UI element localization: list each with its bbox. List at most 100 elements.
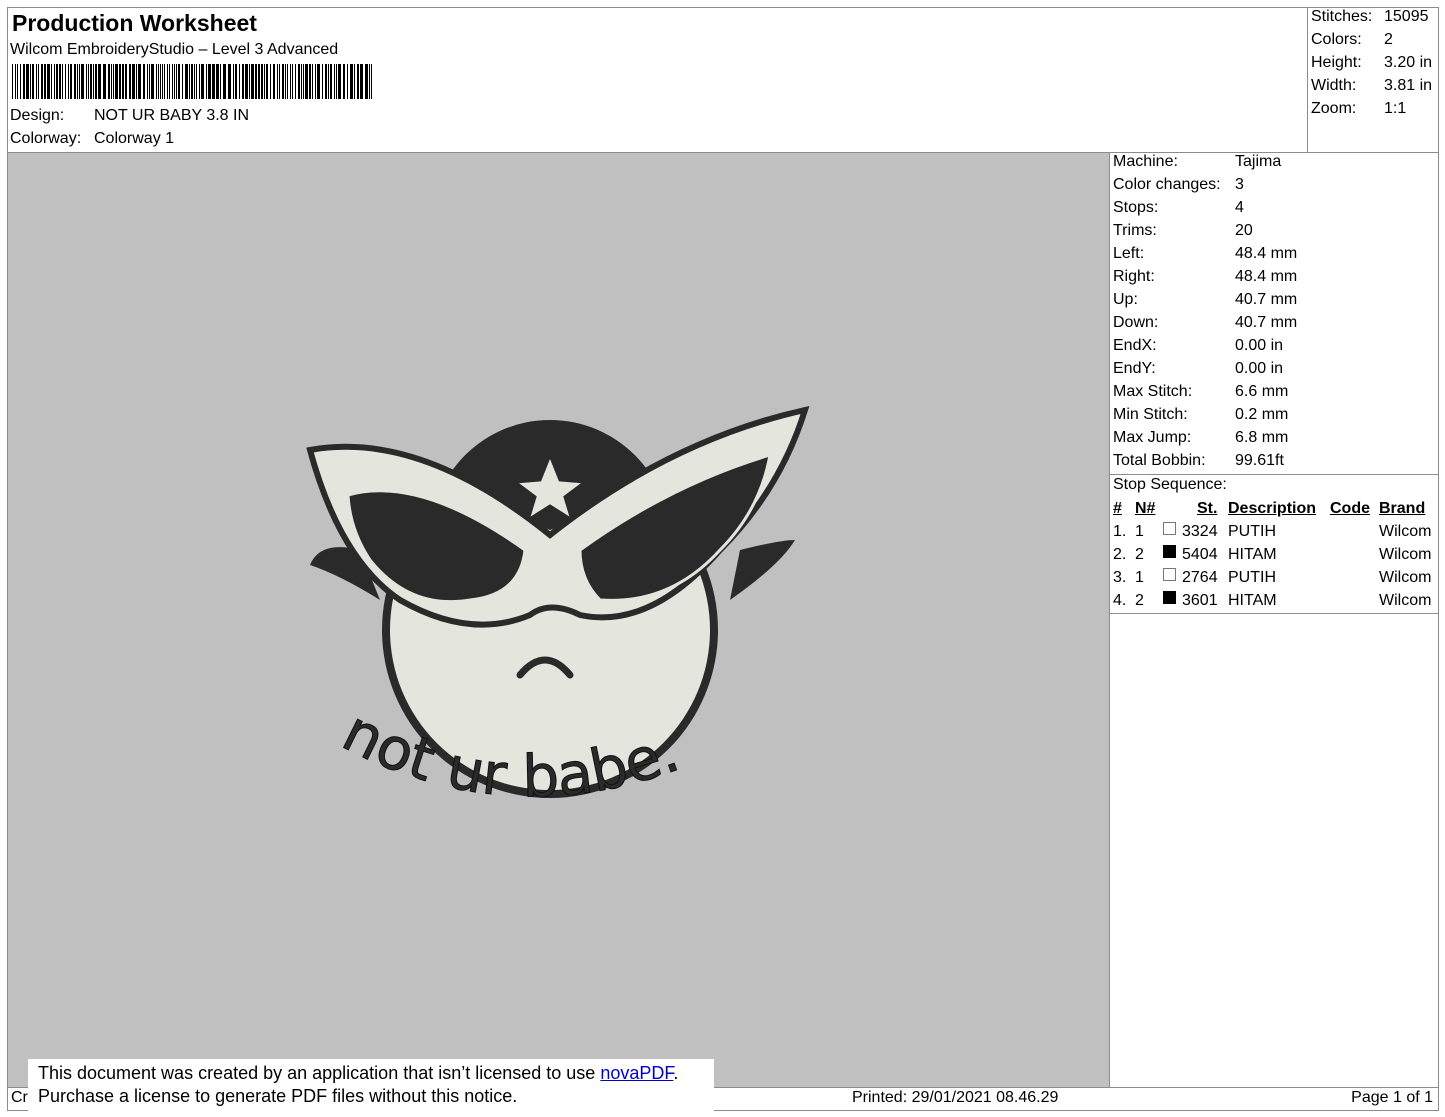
license-notice: This document was created by an applicat… <box>28 1059 714 1111</box>
colorway-label: Colorway: <box>10 130 82 147</box>
info-label: Right: <box>1113 268 1155 285</box>
info-value: 40.7 mm <box>1235 291 1298 308</box>
info-value: 0.00 in <box>1235 337 1284 354</box>
stop-brand: Wilcom <box>1379 592 1432 609</box>
stop-needle: 1 <box>1135 523 1144 540</box>
stop-description: PUTIH <box>1228 523 1276 540</box>
info-value: Tajima <box>1235 153 1282 170</box>
colorway-row: Colorway: Colorway 1 <box>10 130 174 148</box>
summary-row-zoom: Zoom: 1:1 <box>1311 100 1406 118</box>
notice-line-2: Purchase a license to generate PDF files… <box>38 1086 518 1106</box>
info-row-down: Down: 40.7 mm <box>1113 314 1297 332</box>
summary-value: 3.81 in <box>1384 77 1433 94</box>
info-value: 20 <box>1235 222 1253 239</box>
color-swatch-white <box>1163 568 1176 581</box>
stop-description: HITAM <box>1228 592 1277 609</box>
divider <box>1110 474 1438 475</box>
summary-value: 3.20 in <box>1384 54 1433 71</box>
info-row-max-jump: Max Jump: 6.8 mm <box>1113 429 1288 447</box>
info-value: 6.6 mm <box>1235 383 1289 400</box>
summary-label: Zoom: <box>1311 100 1357 117</box>
stop-sequence-title: Stop Sequence: <box>1113 476 1227 493</box>
info-value: 48.4 mm <box>1235 268 1298 285</box>
summary-row-colors: Colors: 2 <box>1311 31 1393 49</box>
info-row-color-changes: Color changes: 3 <box>1113 176 1244 194</box>
info-row-machine: Machine: Tajima <box>1113 153 1281 171</box>
info-value: 6.8 mm <box>1235 429 1289 446</box>
info-label: Total Bobbin: <box>1113 452 1206 469</box>
stop-brand: Wilcom <box>1379 546 1432 563</box>
stop-index: 2. <box>1113 546 1127 563</box>
stop-index: 1. <box>1113 523 1127 540</box>
page-number: Page 1 of 1 <box>1351 1089 1433 1106</box>
stop-needle: 1 <box>1135 569 1144 586</box>
color-swatch-black <box>1163 545 1176 558</box>
col-header-description: Description <box>1228 500 1317 517</box>
summary-row-stitches: Stitches: 15095 <box>1311 8 1429 26</box>
stop-description: PUTIH <box>1228 569 1276 586</box>
info-row-total-bobbin: Total Bobbin: 99.61ft <box>1113 452 1284 470</box>
info-label: Color changes: <box>1113 176 1221 193</box>
col-header-code: Code <box>1330 500 1370 517</box>
stop-stitches: 5404 <box>1182 546 1218 563</box>
summary-label: Width: <box>1311 77 1357 94</box>
design-value: NOT UR BABY 3.8 IN <box>94 107 250 124</box>
col-header-needle: N# <box>1135 500 1156 517</box>
printed-date: Printed: 29/01/2021 08.46.29 <box>852 1089 1059 1106</box>
info-row-trims: Trims: 20 <box>1113 222 1253 240</box>
info-label: Left: <box>1113 245 1145 262</box>
col-header-index: # <box>1113 500 1122 517</box>
summary-value: 1:1 <box>1384 100 1407 117</box>
col-header-stitches: St. <box>1197 500 1218 517</box>
stop-index: 3. <box>1113 569 1127 586</box>
info-row-up: Up: 40.7 mm <box>1113 291 1297 309</box>
notice-line-1: This document was created by an applicat… <box>38 1062 704 1085</box>
stop-brand: Wilcom <box>1379 523 1432 540</box>
info-row-left: Left: 48.4 mm <box>1113 245 1297 263</box>
color-swatch-white <box>1163 522 1176 535</box>
info-value: 0.00 in <box>1235 360 1284 377</box>
stop-stitches: 2764 <box>1182 569 1218 586</box>
summary-row-width: Width: 3.81 in <box>1311 77 1432 95</box>
novapdf-link[interactable]: novaPDF <box>600 1063 673 1083</box>
right-pigtail <box>730 540 795 600</box>
notice-text: . <box>673 1063 679 1083</box>
notice-text: This document was created by an applicat… <box>38 1063 601 1083</box>
stop-stitches: 3601 <box>1182 592 1218 609</box>
stop-stitches: 3324 <box>1182 523 1218 540</box>
summary-label: Stitches: <box>1311 8 1373 25</box>
info-label: Max Jump: <box>1113 429 1192 446</box>
stop-description: HITAM <box>1228 546 1277 563</box>
info-label: Stops: <box>1113 199 1159 216</box>
stop-brand: Wilcom <box>1379 569 1432 586</box>
info-row-max-stitch: Max Stitch: 6.6 mm <box>1113 383 1288 401</box>
info-value: 40.7 mm <box>1235 314 1298 331</box>
stop-index: 4. <box>1113 592 1127 609</box>
info-label: Machine: <box>1113 153 1178 170</box>
info-label: Max Stitch: <box>1113 383 1193 400</box>
info-row-stops: Stops: 4 <box>1113 199 1244 217</box>
embroidery-design-artwork: not ur babe. <box>306 405 810 811</box>
page-title: Production Worksheet <box>12 10 257 36</box>
info-label: Min Stitch: <box>1113 406 1188 423</box>
info-label: Down: <box>1113 314 1159 331</box>
info-row-endy: EndY: 0.00 in <box>1113 360 1283 378</box>
info-label: EndY: <box>1113 360 1156 377</box>
stop-needle: 2 <box>1135 546 1144 563</box>
barcode-icon <box>12 64 372 99</box>
software-name: Wilcom EmbroideryStudio – Level 3 Advanc… <box>10 41 339 58</box>
info-value: 3 <box>1235 176 1244 193</box>
summary-label: Colors: <box>1311 31 1362 48</box>
summary-value: 2 <box>1384 31 1393 48</box>
info-row-min-stitch: Min Stitch: 0.2 mm <box>1113 406 1288 424</box>
design-row: Design: NOT UR BABY 3.8 IN <box>10 107 249 125</box>
stop-needle: 2 <box>1135 592 1144 609</box>
info-label: Trims: <box>1113 222 1157 239</box>
info-value: 48.4 mm <box>1235 245 1298 262</box>
info-row-endx: EndX: 0.00 in <box>1113 337 1283 355</box>
summary-row-height: Height: 3.20 in <box>1311 54 1432 72</box>
info-row-right: Right: 48.4 mm <box>1113 268 1297 286</box>
design-label: Design: <box>10 107 65 124</box>
info-value: 4 <box>1235 199 1244 216</box>
summary-label: Height: <box>1311 54 1362 71</box>
